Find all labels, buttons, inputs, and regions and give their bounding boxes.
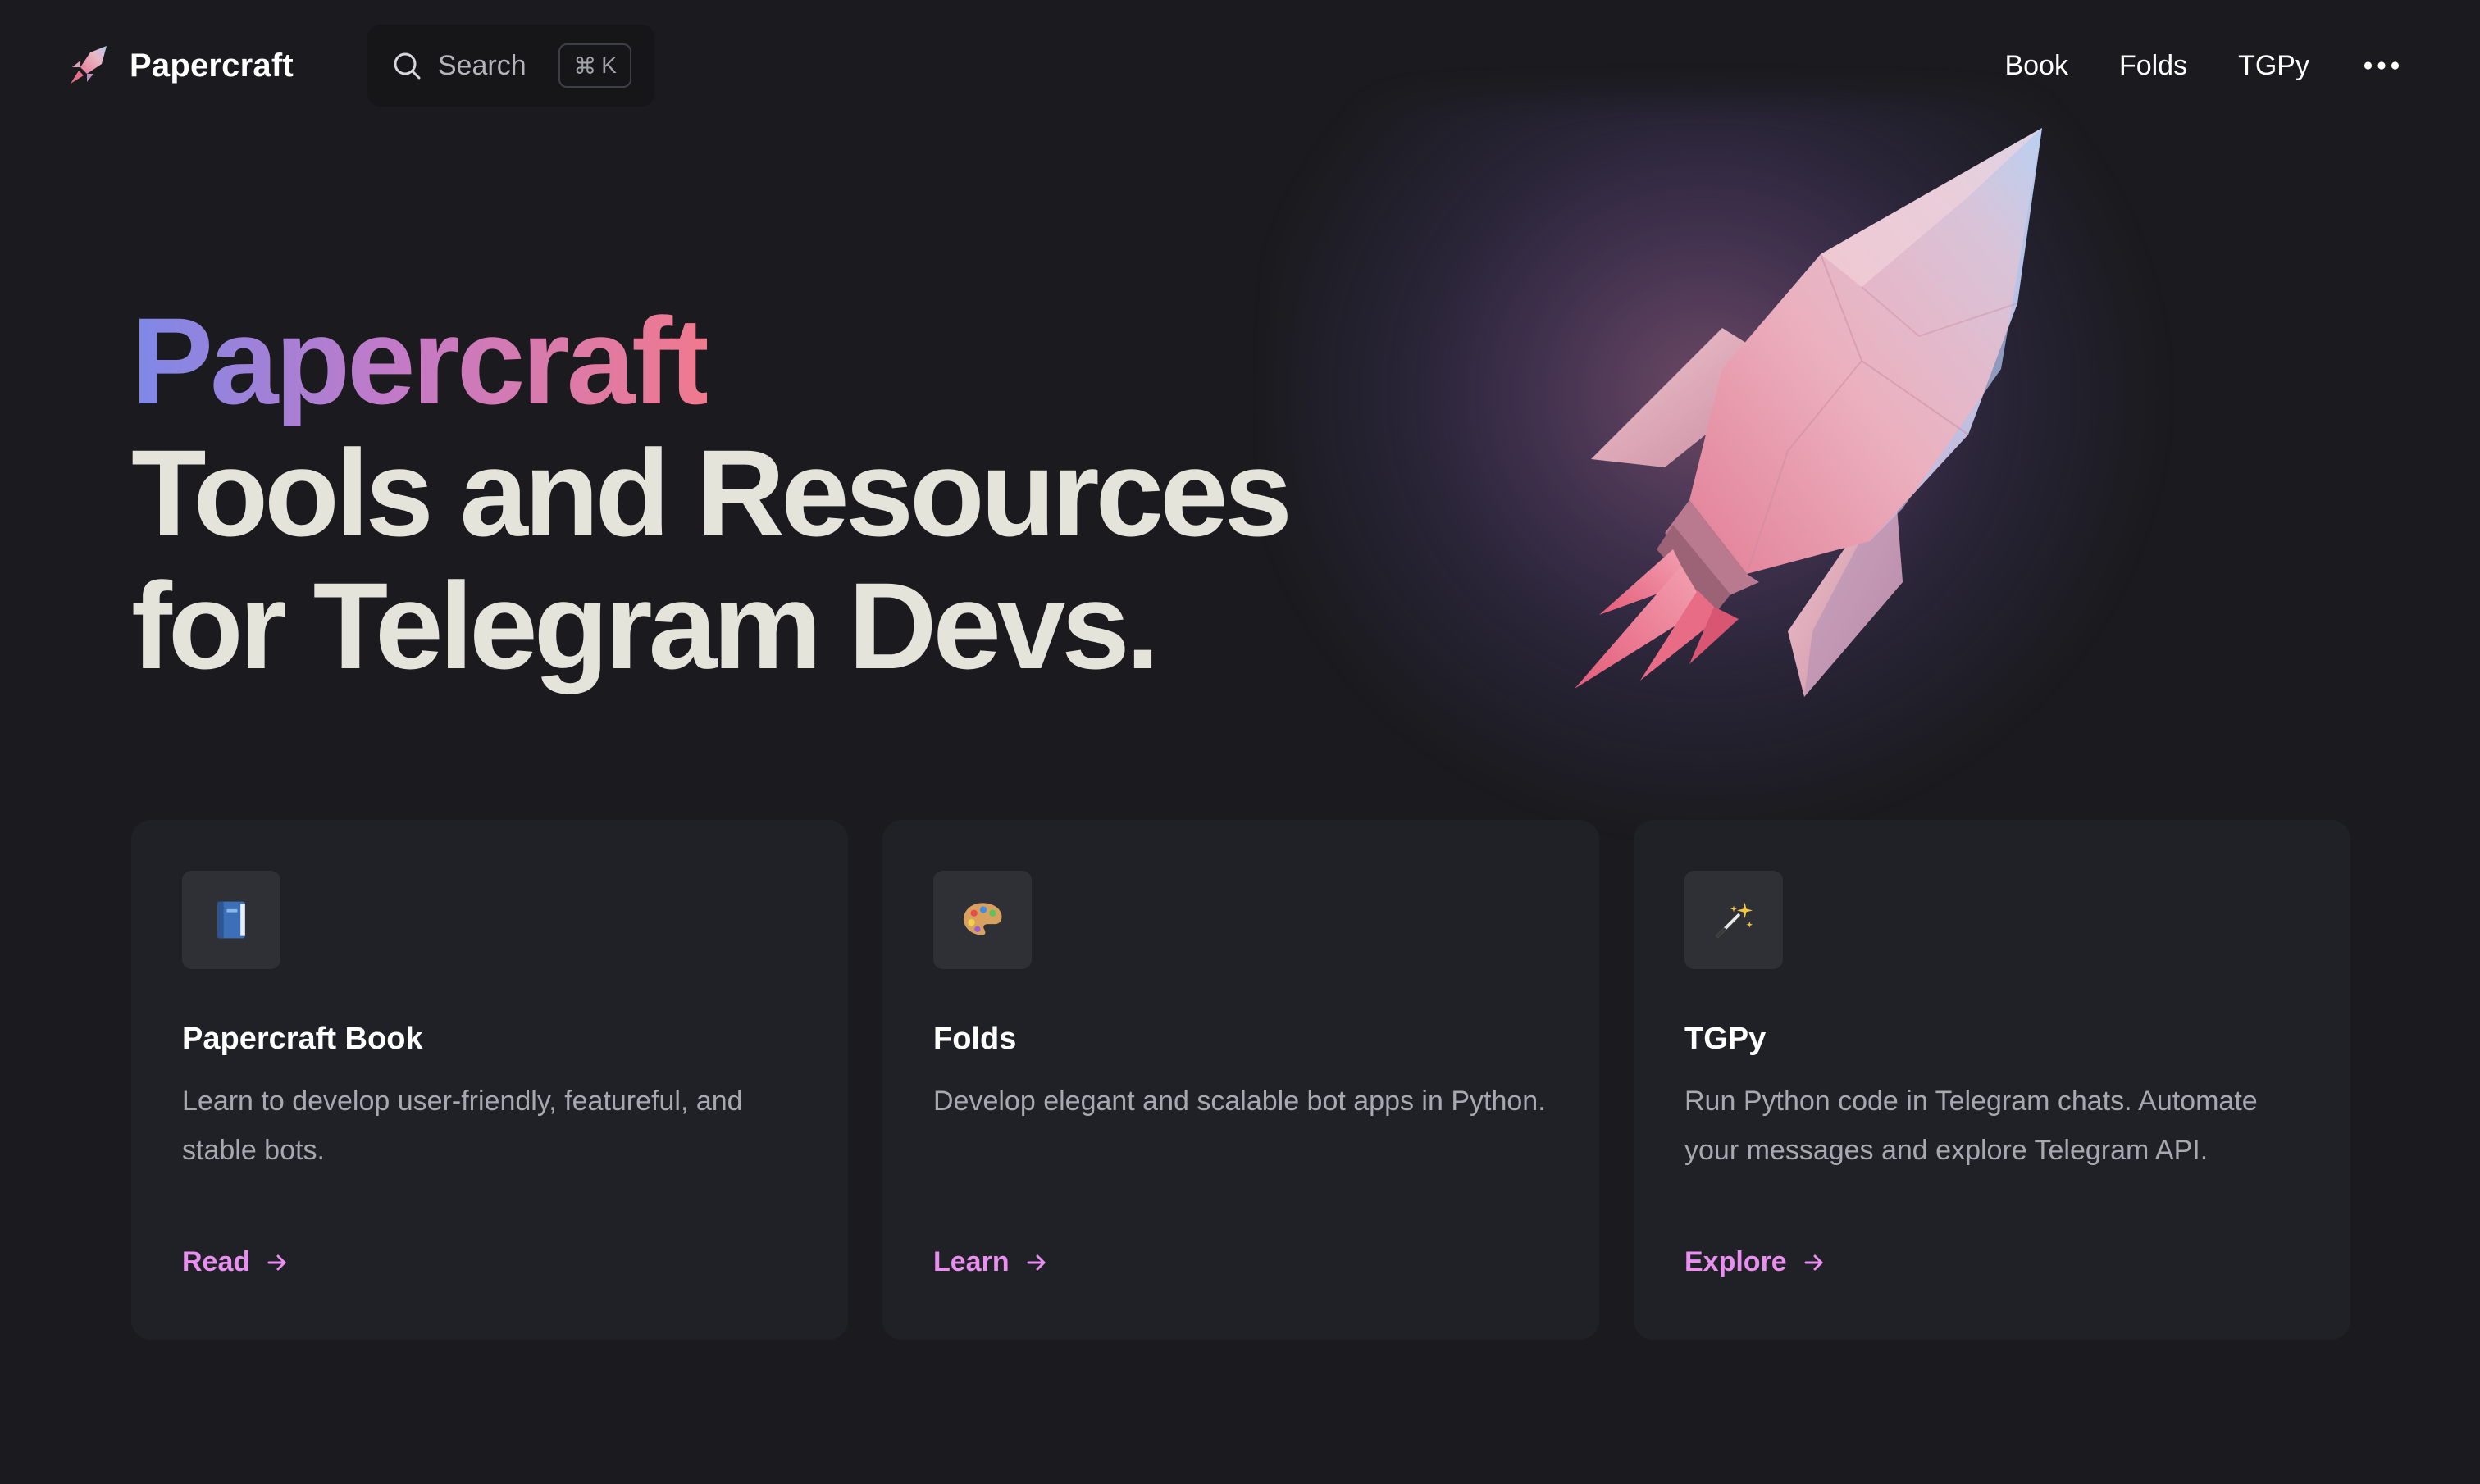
magic-wand-icon	[1684, 871, 1783, 969]
card-title: TGPy	[1684, 1022, 1767, 1056]
ellipsis-icon[interactable]	[2362, 49, 2401, 82]
nav-link-book[interactable]: Book	[2004, 50, 2068, 82]
arrow-right-icon	[1804, 1254, 1823, 1270]
nav-links: Book Folds TGPy	[2004, 49, 2401, 82]
feature-cards: Papercraft Book Learn to develop user-fr…	[131, 820, 2350, 1340]
card-description: Develop elegant and scalable bot apps in…	[933, 1086, 1546, 1117]
artist-palette-icon	[933, 871, 1032, 969]
rocket-logo-icon	[71, 46, 107, 84]
top-nav: Papercraft Search ⌘ K Book Folds TGPy	[0, 0, 2480, 131]
arrow-right-icon	[1027, 1254, 1046, 1270]
search-label: Search	[437, 49, 527, 81]
blue-book-icon	[182, 871, 280, 969]
search-icon	[394, 52, 421, 80]
nav-link-folds[interactable]: Folds	[2119, 50, 2187, 82]
hero-tagline-line1: Tools and Resources	[131, 424, 1292, 562]
card-folds: Folds Develop elegant and scalable bot a…	[882, 820, 1599, 1340]
card-title: Papercraft Book	[182, 1022, 423, 1056]
learn-link[interactable]: Learn	[933, 1246, 1049, 1278]
brand-link[interactable]: Papercraft	[66, 43, 294, 89]
rocket-icon	[1575, 128, 2042, 697]
card-title: Folds	[933, 1022, 1017, 1056]
card-link-label: Read	[182, 1246, 251, 1277]
hero-tagline-line2: for Telegram Devs.	[131, 557, 1160, 694]
hero-section: Papercraft Tools and Resources for Teleg…	[131, 295, 1361, 692]
command-key: ⌘	[573, 52, 597, 79]
page: Papercraft Search ⌘ K Book Folds TGPy Pa…	[0, 0, 2480, 1484]
card-description: Learn to develop user-friendly, featuref…	[182, 1086, 743, 1166]
brand-name: Papercraft	[130, 47, 294, 84]
arrow-right-icon	[267, 1254, 286, 1270]
keyboard-shortcut-badge: ⌘ K	[558, 43, 631, 88]
hero-title: Papercraft	[131, 292, 710, 430]
card-papercraft-book: Papercraft Book Learn to develop user-fr…	[131, 820, 848, 1340]
card-description: Run Python code in Telegram chats. Autom…	[1684, 1086, 2258, 1166]
explore-link[interactable]: Explore	[1684, 1246, 1826, 1278]
card-link-label: Learn	[933, 1246, 1010, 1277]
nav-link-tgpy[interactable]: TGPy	[2238, 50, 2309, 82]
card-tgpy: TGPy Run Python code in Telegram chats. …	[1634, 820, 2350, 1340]
shortcut-key: K	[601, 52, 617, 78]
card-link-label: Explore	[1684, 1246, 1787, 1277]
search-button[interactable]: Search ⌘ K	[367, 25, 654, 107]
read-link[interactable]: Read	[182, 1246, 289, 1278]
